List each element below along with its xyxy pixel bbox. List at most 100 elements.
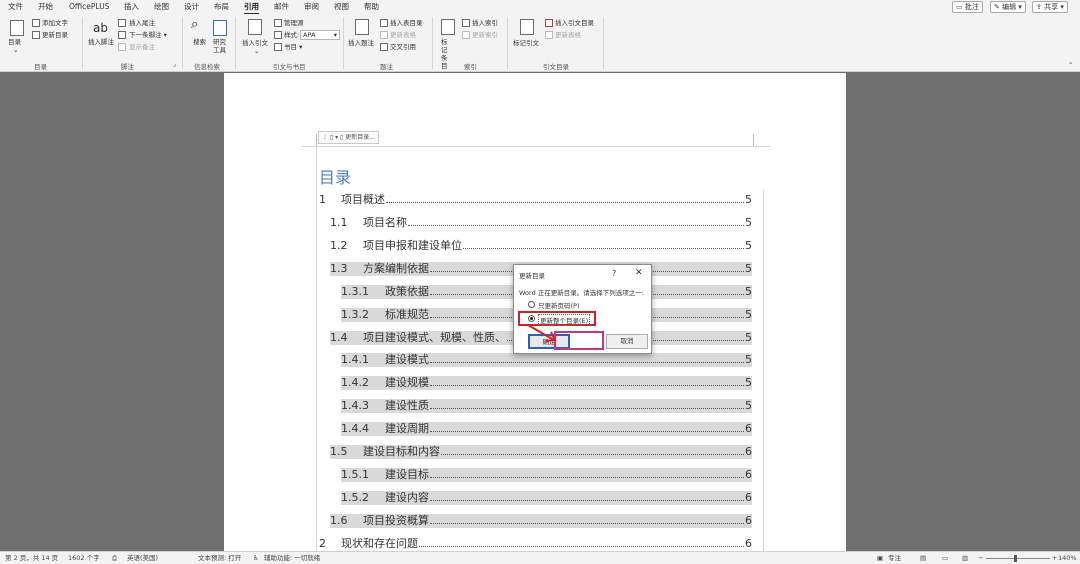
page-count[interactable]: 第 2 页，共 14 页 [5, 554, 58, 563]
update-toc-button[interactable]: 更新目录 [42, 31, 68, 39]
zoom-out-icon[interactable]: − [978, 554, 983, 563]
zoom-slider[interactable] [986, 558, 1050, 559]
toc-frame-border [316, 146, 317, 551]
tab-design[interactable]: 设计 [184, 2, 199, 12]
close-icon[interactable]: ✕ [635, 268, 643, 278]
tab-officeplus[interactable]: OfficePLUS [69, 2, 109, 12]
toc-entry-text: 现状和存在问题 [341, 537, 418, 550]
print-layout-icon[interactable]: ▭ [942, 554, 948, 563]
toc-content-control-toolbar[interactable]: ⋮ ▯ ▾ ▯ 更新目录... [318, 131, 379, 144]
insert-endnote-button[interactable]: 插入尾注 [129, 19, 155, 27]
mark-citation-icon [520, 19, 534, 35]
bibliography-label: 书目 [284, 43, 297, 51]
group-label-research: 信息检索 [194, 63, 220, 71]
focus-button[interactable]: 专注 [888, 554, 901, 563]
tab-mailings[interactable]: 邮件 [274, 2, 289, 12]
style-select[interactable]: APA ▾ [300, 30, 340, 40]
toc-entry[interactable]: 1.6 项目投资概算 6 [330, 514, 752, 528]
next-footnote-button[interactable]: 下一条脚注 ▾ [129, 31, 167, 39]
manage-sources-button[interactable]: 管理源 [284, 19, 304, 27]
toc-entry-page: 6 [745, 468, 752, 481]
cross-reference-button[interactable]: 交叉引用 [390, 43, 416, 51]
toc-entry-page: 6 [745, 514, 752, 527]
toc-entry-text: 建设内容 [385, 491, 429, 504]
toc-entry[interactable]: 1.4.3 建设性质 5 [341, 399, 752, 413]
tab-view[interactable]: 视图 [334, 2, 349, 12]
toc-entry-number: 1.4.3 [341, 399, 369, 412]
text-prediction-status[interactable]: 文本预测: 打开 [198, 554, 241, 563]
insert-index-icon [462, 19, 470, 27]
toc-entry-page: 5 [745, 308, 752, 321]
insert-table-of-figures-button[interactable]: 插入表目录 [390, 19, 423, 27]
next-footnote-icon [118, 31, 126, 39]
help-icon[interactable]: ? [612, 269, 616, 278]
collapse-ribbon-icon[interactable]: ⌃ [1068, 61, 1073, 69]
accessibility-status[interactable]: 辅助功能: 一切就绪 [264, 554, 320, 563]
tab-review[interactable]: 审阅 [304, 2, 319, 12]
cancel-button[interactable]: 取消 [606, 334, 648, 349]
tab-draw[interactable]: 绘图 [154, 2, 169, 12]
toc-entry-page: 5 [745, 239, 752, 252]
toc-entry-number: 1.6 [330, 514, 348, 527]
zoom-slider-handle[interactable] [1014, 555, 1017, 562]
option-update-pages-label[interactable]: 只更新页码(P) [538, 300, 580, 310]
comment-button[interactable]: ▭ 批注 [952, 1, 983, 13]
tab-layout[interactable]: 布局 [214, 2, 229, 12]
share-button[interactable]: ⇪ 共享 ▾ [1032, 1, 1068, 13]
toc-entry-text: 项目概述 [341, 193, 385, 206]
toc-title: 目录 [319, 168, 352, 187]
toc-entry[interactable]: 1.1 项目名称 5 [330, 216, 752, 230]
zoom-in-icon[interactable]: + [1052, 554, 1057, 563]
table-of-figures-icon [380, 19, 388, 27]
edit-label: 编辑 [1002, 3, 1017, 11]
edit-button[interactable]: ✎ 编辑 ▾ [990, 1, 1026, 13]
toc-entry-text: 项目投资概算 [363, 514, 429, 527]
status-bar: 第 2 页，共 14 页 1602 个字 ⎙ 英语(美国) 文本预测: 打开 ♿… [0, 551, 1080, 564]
tab-insert[interactable]: 插入 [124, 2, 139, 12]
dialog-launcher-icon[interactable]: ⌟ [173, 61, 176, 69]
group-divider [182, 17, 183, 69]
web-layout-icon[interactable]: ▥ [962, 554, 968, 563]
mark-citation-label: 标记引文 [513, 39, 539, 47]
language-status[interactable]: 英语(美国) [127, 554, 158, 563]
toc-leader-dots [463, 248, 744, 249]
toc-icon [10, 20, 24, 36]
bibliography-button[interactable]: 书目 ▾ [284, 43, 302, 51]
read-mode-icon[interactable]: ▤ [920, 554, 926, 563]
insert-toa-button[interactable]: 插入引文目录 [555, 19, 594, 27]
toc-entry-number: 1.4.4 [341, 422, 369, 435]
group-label-captions: 题注 [380, 63, 393, 71]
toc-entry[interactable]: 1.5 建设目标和内容 6 [330, 445, 752, 459]
tab-home[interactable]: 开始 [38, 2, 53, 12]
toc-entry[interactable]: 1.5.1 建设目标 6 [341, 468, 752, 482]
tab-file[interactable]: 文件 [8, 2, 23, 12]
tab-help[interactable]: 帮助 [364, 2, 379, 12]
toc-entry-number: 1.4.2 [341, 376, 369, 389]
proofing-icon[interactable]: ⎙ [112, 554, 117, 563]
word-window: 文件 开始 OfficePLUS 插入 绘图 设计 布局 引用 邮件 审阅 视图… [0, 0, 1080, 564]
toc-entry[interactable]: 1.4.2 建设规模 5 [341, 376, 752, 390]
zoom-level[interactable]: 140% [1058, 554, 1077, 563]
insert-index-button[interactable]: 插入索引 [472, 19, 498, 27]
radio-update-pages[interactable] [528, 301, 535, 308]
toc-entry[interactable]: 2 现状和存在问题 6 [319, 537, 752, 551]
cross-reference-icon [380, 43, 388, 51]
toc-entry[interactable]: 1 项目概述 5 [319, 193, 752, 207]
toc-leader-dots [430, 477, 744, 478]
footnote-icon: ab [93, 21, 108, 35]
toc-leader-dots [386, 202, 744, 203]
toc-entry-text: 项目建设模式、规模、性质、 [363, 331, 506, 344]
toc-entry[interactable]: 1.5.2 建设内容 6 [341, 491, 752, 505]
toc-entry[interactable]: 1.4.1 建设模式 5 [341, 353, 752, 367]
add-text-button[interactable]: 添加文字 [42, 19, 68, 27]
toc-entry[interactable]: 1.4.4 建设周期 6 [341, 422, 752, 436]
show-notes-icon [118, 43, 126, 51]
word-count[interactable]: 1602 个字 [68, 554, 100, 563]
style-icon [274, 31, 282, 39]
group-divider [235, 17, 236, 69]
group-divider [82, 17, 83, 69]
radio-update-entire[interactable] [528, 315, 535, 322]
toc-entry[interactable]: 1.2 项目申报和建设单位 5 [330, 239, 752, 253]
toc-entry-page: 6 [745, 445, 752, 458]
toc-entry-number: 1.3.2 [341, 308, 369, 321]
